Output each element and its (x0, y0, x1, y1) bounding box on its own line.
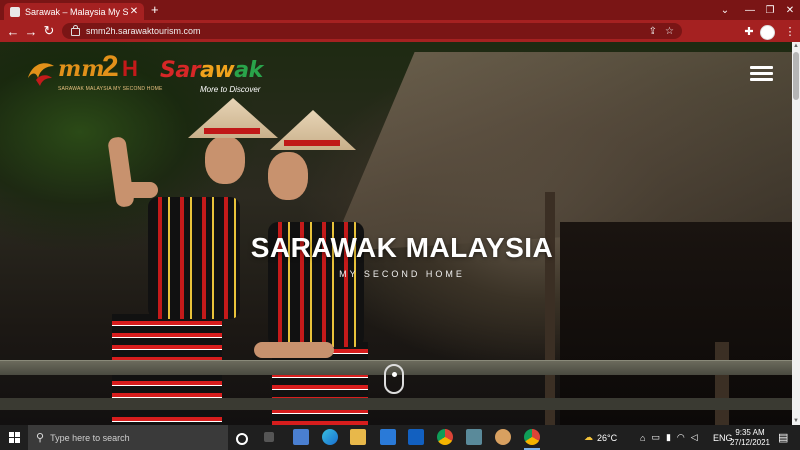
weather-icon: ☁ (584, 432, 593, 442)
notifications-icon[interactable]: ▤ (778, 425, 788, 450)
clock-time: 9:35 AM (735, 428, 765, 437)
scrollbar-thumb[interactable] (793, 52, 799, 100)
woman-left-arm (118, 182, 158, 198)
profile-avatar[interactable] (760, 25, 775, 40)
hamburger-line (750, 78, 773, 81)
scroll-up-icon[interactable]: ▲ (792, 42, 800, 50)
sarawak-logo-name: Sarawak (160, 58, 263, 83)
chrome-menu-icon[interactable]: ⋮ (781, 22, 799, 40)
lock-icon[interactable] (71, 25, 80, 36)
scroll-down-indicator[interactable] (384, 364, 404, 394)
app-icon[interactable] (466, 429, 482, 445)
hornbill-icon (28, 63, 54, 86)
mm2h-logo-text: 2 (102, 50, 119, 83)
weather-widget[interactable]: ☁ 26°C (584, 425, 617, 450)
hamburger-icon[interactable] (750, 66, 773, 82)
woman-right-face (268, 152, 308, 200)
search-placeholder: Type here to search (50, 432, 130, 443)
window-close-icon[interactable]: ✕ (775, 0, 800, 20)
mm2h-tagline: SARAWAK MALAYSIA MY SECOND HOME (58, 86, 163, 92)
sarawak-logo[interactable]: Sarawak More to Discover (160, 58, 263, 98)
url-text[interactable]: smm2h.sarawaktourism.com (86, 26, 649, 36)
clock-date: 27/12/2021 (729, 438, 771, 447)
address-bar[interactable]: smm2h.sarawaktourism.com ⇪ ☆ (62, 23, 682, 39)
tab-title: Sarawak – Malaysia My Second Home (25, 6, 128, 17)
woman-right-arm (254, 342, 334, 358)
extensions-icon[interactable]: ✚ (740, 22, 758, 40)
wooden-post (545, 192, 555, 425)
chrome-icon[interactable] (437, 429, 453, 445)
cortana-icon[interactable] (236, 433, 248, 445)
store-icon[interactable] (293, 429, 309, 445)
taskbar-clock[interactable]: 9:35 AM 27/12/2021 (726, 428, 774, 448)
browser-toolbar: ← → ↻ smm2h.sarawaktourism.com ⇪ ☆ ✚ ⋮ (0, 20, 800, 42)
mm2h-logo[interactable]: mm 2 H SARAWAK MALAYSIA MY SECOND HOME (26, 50, 162, 96)
mm2h-logo-text: mm (58, 56, 105, 82)
chrome-active-icon[interactable] (524, 429, 540, 445)
windows-taskbar: ⚲ Type here to search ☁ 26°C ⌂ ▭ ▮ ◠ ◁ E… (0, 425, 800, 450)
woman-right-hat-band (284, 140, 340, 146)
mm2h-logo-text: H (122, 56, 138, 81)
system-tray[interactable]: ⌂ ▭ ▮ ◠ ◁ (640, 425, 704, 450)
outlook-icon[interactable] (408, 429, 424, 445)
woman-left-outfit (148, 197, 240, 319)
browser-tabbar: Sarawak – Malaysia My Second Home ✕ + ⌄ … (0, 0, 800, 20)
scroll-dot (392, 372, 397, 377)
edge-icon[interactable] (322, 429, 338, 445)
battery-icon[interactable]: ▮ (666, 432, 671, 443)
longhouse-interior (560, 222, 792, 425)
hero-banner: mm 2 H SARAWAK MALAYSIA MY SECOND HOME S… (0, 42, 792, 425)
task-view-icon[interactable] (264, 432, 274, 442)
share-icon[interactable]: ⇪ (649, 26, 657, 37)
hamburger-line (750, 72, 773, 75)
display-icon[interactable]: ▭ (651, 432, 660, 443)
tab-close-icon[interactable]: ✕ (128, 6, 140, 17)
search-icon: ⚲ (36, 432, 45, 444)
balcony-railing-lower (0, 398, 792, 410)
reload-icon[interactable]: ↻ (40, 22, 58, 40)
weather-temp: 26°C (597, 432, 618, 443)
scroll-down-icon[interactable]: ▼ (792, 417, 800, 425)
people-icon[interactable]: ⌂ (640, 433, 645, 443)
hero-subtitle: MY SECOND HOME (339, 269, 465, 279)
paint-icon[interactable] (495, 429, 511, 445)
new-tab-button[interactable]: + (151, 3, 159, 17)
browser-tab[interactable]: Sarawak – Malaysia My Second Home ✕ (4, 3, 144, 20)
sarawak-tagline: More to Discover (200, 85, 261, 94)
woman-left-face (205, 136, 245, 184)
hamburger-line (750, 66, 773, 69)
windows-start-icon[interactable] (9, 432, 21, 444)
forward-icon[interactable]: → (22, 22, 40, 40)
site-favicon-icon (10, 6, 20, 17)
file-explorer-icon[interactable] (350, 429, 366, 445)
mail-icon[interactable] (380, 429, 396, 445)
woman-left-hat-band (204, 128, 260, 134)
page-scrollbar[interactable]: ▲ ▼ (792, 42, 800, 425)
taskbar-search[interactable]: ⚲ Type here to search (28, 425, 228, 450)
volume-icon[interactable]: ◁ (691, 432, 698, 443)
back-icon[interactable]: ← (4, 22, 22, 40)
hero-title: SARAWAK MALAYSIA (250, 232, 554, 263)
star-icon[interactable]: ☆ (665, 26, 674, 37)
wifi-icon[interactable]: ◠ (677, 432, 685, 443)
wooden-post (715, 342, 729, 425)
